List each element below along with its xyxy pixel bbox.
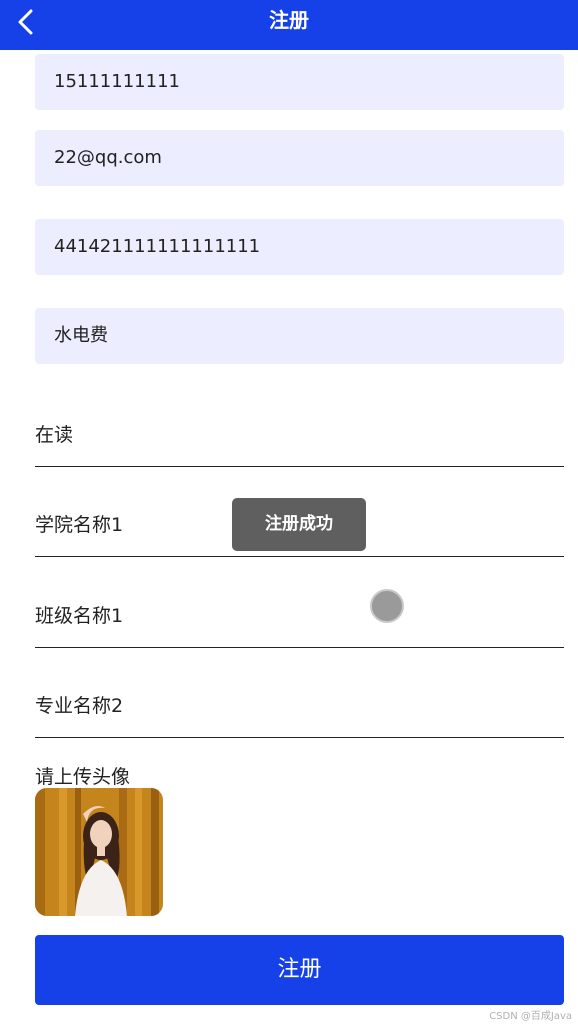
chevron-left-icon	[18, 9, 33, 35]
avatar-upload-label: 请上传头像	[35, 766, 131, 788]
avatar-upload[interactable]	[35, 788, 163, 916]
major-select[interactable]: 专业名称2	[35, 666, 564, 738]
phone-field[interactable]: 15111111111	[35, 54, 564, 110]
major-value: 专业名称2	[35, 695, 124, 717]
success-toast: 注册成功	[232, 498, 366, 551]
status-select[interactable]: 在读	[35, 395, 564, 467]
page-title: 注册	[269, 8, 309, 32]
back-button[interactable]	[8, 4, 44, 40]
touch-indicator	[370, 589, 404, 623]
email-field[interactable]: 22@qq.com	[35, 130, 564, 186]
avatar-image	[35, 788, 163, 916]
college-value: 学院名称1	[35, 514, 124, 536]
register-button[interactable]: 注册	[35, 935, 564, 1005]
class-value: 班级名称1	[35, 605, 124, 627]
id-number-field[interactable]: 441421111111111111	[35, 219, 564, 275]
status-value: 在读	[35, 424, 74, 446]
app-header: 注册	[0, 0, 578, 50]
class-select[interactable]: 班级名称1	[35, 576, 564, 648]
watermark: CSDN @百成Java	[489, 1011, 572, 1022]
text-field-4[interactable]: 水电费	[35, 308, 564, 364]
